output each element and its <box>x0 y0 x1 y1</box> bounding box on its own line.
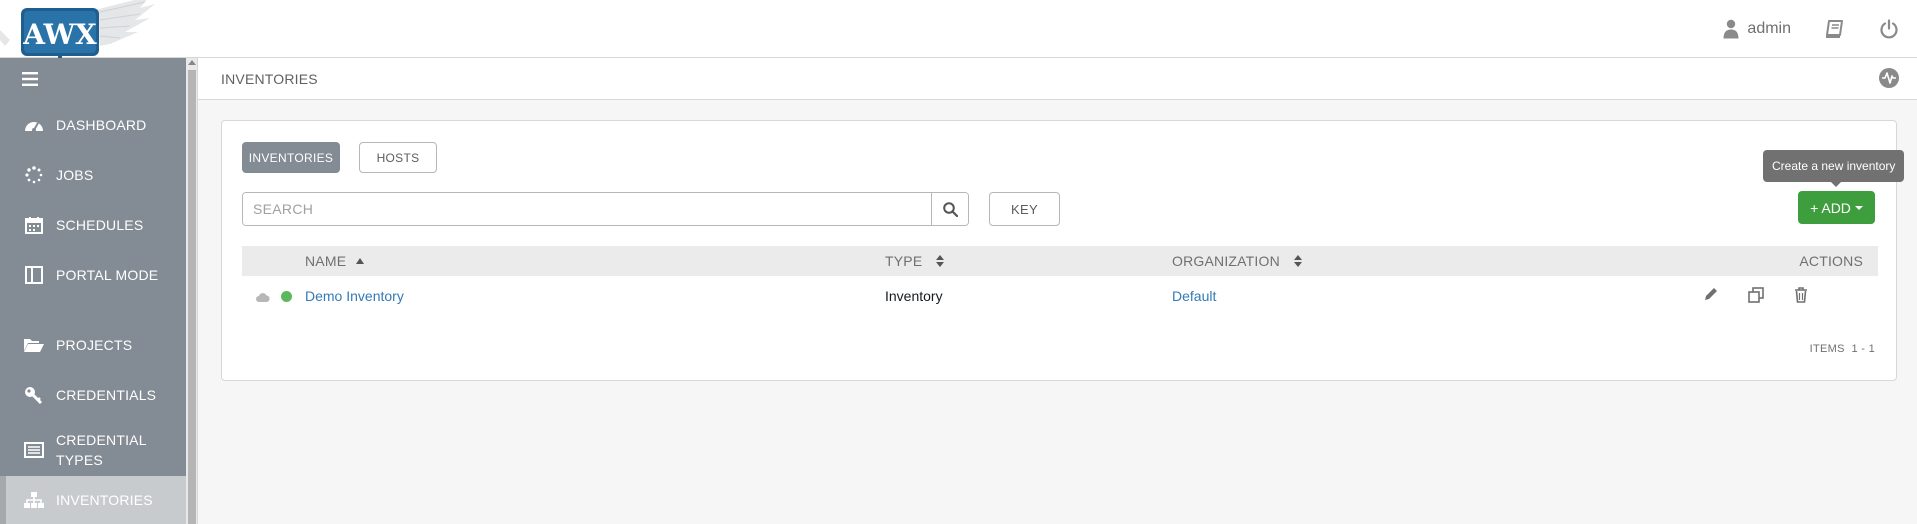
sidebar-item-label: JOBS <box>56 167 94 183</box>
jobs-spinner-icon <box>20 166 48 184</box>
sidebar-item-label: DASHBOARD <box>56 117 147 133</box>
sort-icon[interactable] <box>936 255 945 267</box>
search-icon <box>942 201 958 217</box>
sidebar: DASHBOARD JOBS SCHEDULES PORTAL MODE PRO… <box>0 58 186 524</box>
sort-ascending-icon[interactable] <box>356 258 365 264</box>
column-organization[interactable]: ORGANIZATION <box>1172 253 1302 269</box>
scrollbar-thumb[interactable] <box>188 70 196 524</box>
sidebar-item-dashboard[interactable]: DASHBOARD <box>0 110 186 140</box>
add-tooltip: Create a new inventory <box>1763 150 1905 187</box>
sidebar-item-credential-types[interactable]: CREDENTIAL TYPES <box>0 428 186 472</box>
tab-inventories[interactable]: INVENTORIES <box>242 142 340 173</box>
cloud-icon <box>256 290 270 306</box>
user-icon <box>1723 19 1739 39</box>
table-header: NAME TYPE ORGANIZATION ACTIONS <box>242 246 1878 276</box>
key-button[interactable]: KEY <box>989 192 1060 226</box>
column-name[interactable]: NAME <box>305 253 365 269</box>
scroll-up-arrow-icon[interactable] <box>188 60 196 65</box>
add-button-label: + ADD <box>1810 199 1851 216</box>
edit-pencil-icon[interactable] <box>1704 287 1718 304</box>
sidebar-item-projects[interactable]: PROJECTS <box>0 330 186 360</box>
list-icon <box>20 442 48 458</box>
tab-hosts[interactable]: HOSTS <box>359 142 437 173</box>
status-success-dot[interactable] <box>281 291 292 302</box>
copy-icon[interactable] <box>1748 287 1764 306</box>
sidebar-item-portal-mode[interactable]: PORTAL MODE <box>0 260 186 290</box>
logo-text: AWX <box>22 18 97 51</box>
inventories-table: NAME TYPE ORGANIZATION ACTIONS Demo Inve… <box>242 246 1878 316</box>
add-button[interactable]: + ADD <box>1798 191 1875 224</box>
activity-stream-icon[interactable] <box>1879 68 1899 93</box>
key-icon <box>20 386 48 404</box>
top-header: AWX admin <box>0 0 1917 62</box>
items-range: 1 - 1 <box>1851 343 1875 355</box>
sidebar-item-label: SCHEDULES <box>56 217 144 233</box>
sort-icon[interactable] <box>1293 255 1302 267</box>
search-bar <box>242 192 969 226</box>
column-name-label: NAME <box>305 253 347 269</box>
logout-power-icon[interactable] <box>1879 19 1899 39</box>
user-name: admin <box>1747 20 1791 37</box>
dashboard-icon <box>20 117 48 133</box>
sidebar-item-label: PROJECTS <box>56 337 133 353</box>
inventory-type: Inventory <box>885 288 943 304</box>
sidebar-item-jobs[interactable]: JOBS <box>0 160 186 190</box>
sidebar-item-label: CREDENTIALS <box>56 387 157 403</box>
calendar-icon <box>20 216 48 234</box>
folder-icon <box>20 337 48 353</box>
chevron-down-icon <box>1854 205 1863 210</box>
user-menu[interactable]: admin <box>1723 19 1791 39</box>
sidebar-item-schedules[interactable]: SCHEDULES <box>0 210 186 240</box>
search-input[interactable] <box>243 193 931 225</box>
sidebar-item-credentials[interactable]: CREDENTIALS <box>0 380 186 410</box>
sidebar-item-label: CREDENTIAL TYPES <box>56 432 147 468</box>
sidebar-item-inventories[interactable]: INVENTORIES <box>0 476 186 524</box>
sidebar-item-label: PORTAL MODE <box>56 267 159 283</box>
column-type[interactable]: TYPE <box>885 253 945 269</box>
column-type-label: TYPE <box>885 253 923 269</box>
docs-book-icon[interactable] <box>1825 20 1845 38</box>
portal-icon <box>20 266 48 284</box>
items-count: ITEMS 1 - 1 <box>1810 343 1875 355</box>
awx-logo[interactable]: AWX <box>0 0 160 62</box>
column-organization-label: ORGANIZATION <box>1172 253 1280 269</box>
organization-link[interactable]: Default <box>1172 288 1216 304</box>
items-label: ITEMS <box>1809 343 1845 355</box>
column-actions-label: ACTIONS <box>1799 253 1863 269</box>
breadcrumb-bar: INVENTORIES <box>198 58 1917 100</box>
sidebar-scrollbar[interactable] <box>186 58 198 524</box>
inventory-name-link[interactable]: Demo Inventory <box>305 288 404 304</box>
delete-trash-icon[interactable] <box>1794 287 1808 306</box>
search-button[interactable] <box>931 193 968 225</box>
hamburger-menu-icon[interactable] <box>22 72 38 91</box>
inventories-panel: INVENTORIES HOSTS KEY Create a new inven… <box>221 120 1905 381</box>
column-actions: ACTIONS <box>1799 253 1863 269</box>
table-row: Demo Inventory Inventory Default <box>242 276 1878 316</box>
page-title: INVENTORIES <box>221 71 318 87</box>
sidebar-item-label: INVENTORIES <box>56 492 153 508</box>
sitemap-icon <box>20 492 48 508</box>
